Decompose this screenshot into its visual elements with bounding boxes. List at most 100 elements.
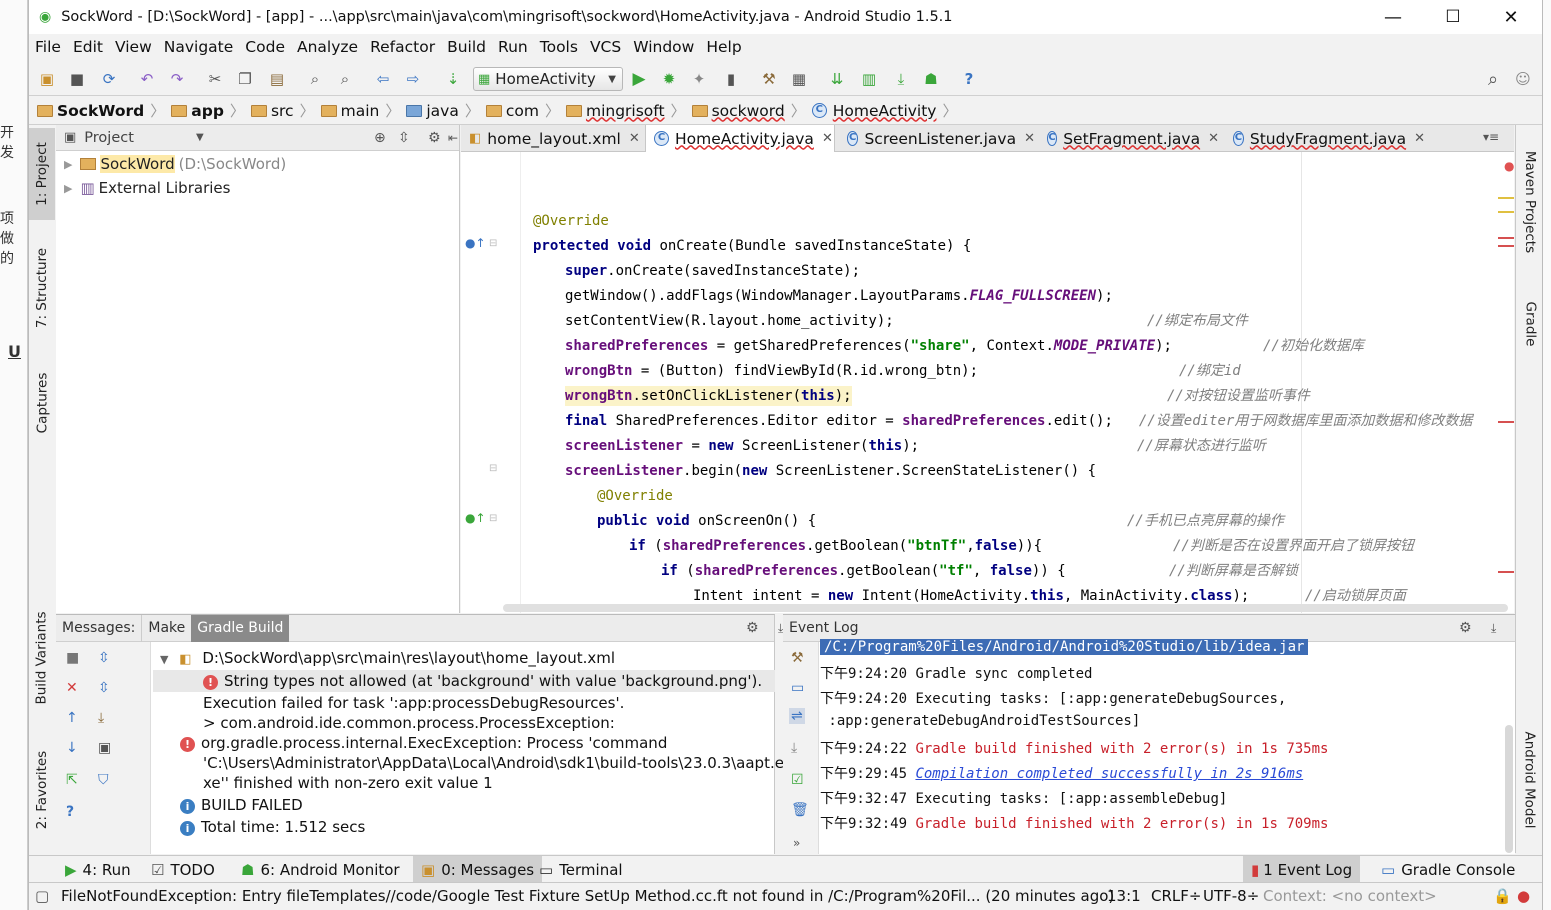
mark-read-icon[interactable]: ☑: [791, 772, 804, 788]
minimize-button[interactable]: —: [1367, 0, 1419, 34]
tab-close-icon[interactable]: ✕: [1208, 131, 1219, 146]
tool-tab-gradle[interactable]: Gradle: [1516, 291, 1542, 357]
tool-tab-captures[interactable]: Captures: [29, 360, 55, 446]
error-stripe-mark[interactable]: [1498, 571, 1514, 573]
chat-bubble-icon[interactable]: ▭: [791, 680, 804, 696]
tool-tab-favorites[interactable]: 2: Favorites: [29, 738, 55, 842]
breadcrumb-item[interactable]: src 〉: [250, 100, 315, 121]
gear-icon[interactable]: ⚙: [746, 620, 759, 636]
export-icon[interactable]: ⤓: [98, 710, 104, 726]
menu-tools[interactable]: Tools: [540, 38, 578, 56]
tool-tab-event-log[interactable]: ▮ 1 Event Log: [1243, 856, 1361, 883]
tab-close-icon[interactable]: ✕: [1414, 131, 1425, 146]
tab-close-icon[interactable]: ✕: [629, 131, 640, 146]
encoding-select[interactable]: UTF-8÷: [1203, 887, 1259, 905]
error-stripe-icon[interactable]: ●: [1504, 159, 1514, 173]
status-toggle-icon[interactable]: ▢: [35, 887, 49, 905]
tool-tab-todo[interactable]: ☑ TODO: [143, 856, 223, 883]
tool-tab-run[interactable]: ▶ 4: Run: [57, 856, 139, 883]
tool-tab-gradle-console[interactable]: ▭ Gradle Console: [1373, 856, 1523, 883]
attach-debugger-icon[interactable]: ▮: [721, 69, 741, 89]
menu-analyze[interactable]: Analyze: [297, 38, 358, 56]
fold-marker-icon[interactable]: ⊟: [489, 463, 497, 474]
search-everywhere-icon[interactable]: ⌕: [1483, 69, 1503, 90]
event-log-entry[interactable]: 下午9:29:45 Compilation completed successf…: [820, 763, 1303, 783]
run-config-select[interactable]: ▦ HomeActivity ▼: [473, 67, 623, 91]
tab-setfragment-java[interactable]: C SetFragment.java ✕: [1039, 125, 1219, 152]
line-separator-select[interactable]: CRLF÷: [1151, 887, 1201, 905]
hide-panel-icon[interactable]: ⤓: [1491, 621, 1496, 636]
undo-icon[interactable]: ↶: [137, 69, 157, 89]
android-device-monitor-icon[interactable]: ☗: [921, 69, 941, 89]
error-stripe-mark[interactable]: [1498, 237, 1514, 239]
menu-window[interactable]: Window: [633, 38, 694, 56]
messages-tab-make[interactable]: Make: [141, 614, 191, 642]
scroll-from-source-icon[interactable]: ⊕: [374, 130, 386, 146]
user-avatar-icon[interactable]: ☺: [1513, 69, 1533, 89]
menu-build[interactable]: Build: [447, 38, 486, 56]
event-log-selected-line[interactable]: /C:/Program%20Files/Android/Android%20St…: [820, 639, 1309, 655]
gradle-sync-icon[interactable]: ⇊: [827, 69, 847, 89]
find-icon[interactable]: ⌕: [305, 69, 325, 89]
avd-manager-icon[interactable]: ▥: [859, 69, 879, 89]
error-stripe-mark[interactable]: [1498, 245, 1514, 247]
tool-tab-maven-projects[interactable]: Maven Projects: [1516, 137, 1542, 267]
filter-icon[interactable]: ⛉: [98, 772, 109, 788]
paste-icon[interactable]: ▤: [267, 69, 287, 89]
redo-icon[interactable]: ↷: [167, 69, 187, 89]
close-button[interactable]: ✕: [1485, 0, 1537, 34]
breadcrumb-item[interactable]: SockWord 〉: [37, 100, 165, 121]
stop-icon[interactable]: ■: [66, 650, 79, 666]
gear-icon[interactable]: ⚙: [1459, 620, 1472, 636]
message-error-row[interactable]: ! String types not allowed (at 'backgroun…: [153, 670, 775, 692]
caret-position[interactable]: 13:1: [1107, 887, 1141, 905]
soft-wrap-icon[interactable]: ⇌: [789, 708, 805, 724]
more-icon[interactable]: »: [793, 836, 800, 850]
coverage-icon[interactable]: ✦: [689, 69, 709, 89]
menu-run[interactable]: Run: [498, 38, 528, 56]
forward-arrow-icon[interactable]: ⇨: [403, 69, 423, 89]
tab-studyfragment-java[interactable]: C StudyFragment.java ✕: [1225, 125, 1425, 152]
expand-arrow-icon[interactable]: ▶: [64, 182, 72, 195]
warning-stripe-mark[interactable]: [1498, 197, 1514, 199]
next-message-icon[interactable]: ↓: [66, 740, 78, 756]
status-message[interactable]: FileNotFoundException: Entry fileTemplat…: [61, 887, 1114, 905]
save-icon[interactable]: ■: [67, 69, 87, 89]
messages-tab-gradle-build[interactable]: Gradle Build: [191, 614, 290, 642]
expand-all-icon[interactable]: ⇳: [98, 650, 110, 666]
debug-icon[interactable]: ✹: [659, 69, 679, 89]
tool-tab-messages[interactable]: ▣ 0: Messages: [413, 856, 543, 883]
settings-icon[interactable]: ⚒: [791, 650, 804, 666]
sync-icon[interactable]: ⟳: [99, 69, 119, 89]
tab-homeactivity-java[interactable]: C HomeActivity.java ✕: [645, 125, 835, 152]
scroll-to-end-icon[interactable]: ⤓: [791, 740, 797, 756]
tool-tab-android-monitor[interactable]: ☗ 6: Android Monitor: [233, 856, 408, 883]
collapse-all-icon[interactable]: ⇳: [398, 130, 410, 146]
menu-edit[interactable]: Edit: [73, 38, 103, 56]
run-icon[interactable]: ▶: [629, 69, 649, 89]
tree-libraries-item[interactable]: ▶ ▥ External Libraries: [64, 179, 230, 197]
project-structure-icon[interactable]: ▦: [789, 69, 809, 89]
layout-icon[interactable]: ▣: [98, 740, 111, 756]
tool-tab-terminal[interactable]: ▭ Terminal: [531, 856, 631, 883]
hide-panel-icon[interactable]: ⇤: [448, 131, 458, 145]
error-stripe-mark[interactable]: [1498, 421, 1514, 423]
expand-arrow-icon[interactable]: ▶: [64, 158, 72, 171]
collapse-all-icon[interactable]: ⇳: [98, 680, 110, 696]
copy-icon[interactable]: ❐: [235, 69, 255, 89]
breadcrumb-item[interactable]: mingrisoft 〉: [565, 100, 686, 121]
back-arrow-icon[interactable]: ⇦: [373, 69, 393, 89]
open-folder-icon[interactable]: ▣: [37, 69, 57, 89]
fold-marker-icon[interactable]: ⊟: [489, 238, 497, 249]
tab-close-icon[interactable]: ✕: [1024, 131, 1035, 146]
replace-icon[interactable]: ⌕: [335, 69, 355, 89]
menu-view[interactable]: View: [115, 38, 152, 56]
breadcrumb-item[interactable]: main 〉: [320, 100, 400, 121]
tab-home-layout-xml[interactable]: ◧ home_layout.xml ✕: [461, 125, 641, 152]
tool-tab-android-model[interactable]: Android Model: [1516, 717, 1542, 843]
tab-screenlistener-java[interactable]: C ScreenListener.java ✕: [839, 125, 1035, 152]
override-marker-icon[interactable]: ●↑: [465, 236, 486, 250]
breadcrumb-item[interactable]: java 〉: [406, 100, 480, 121]
make-project-icon[interactable]: ⇣: [443, 69, 463, 89]
fold-marker-icon[interactable]: ⊟: [489, 513, 497, 524]
